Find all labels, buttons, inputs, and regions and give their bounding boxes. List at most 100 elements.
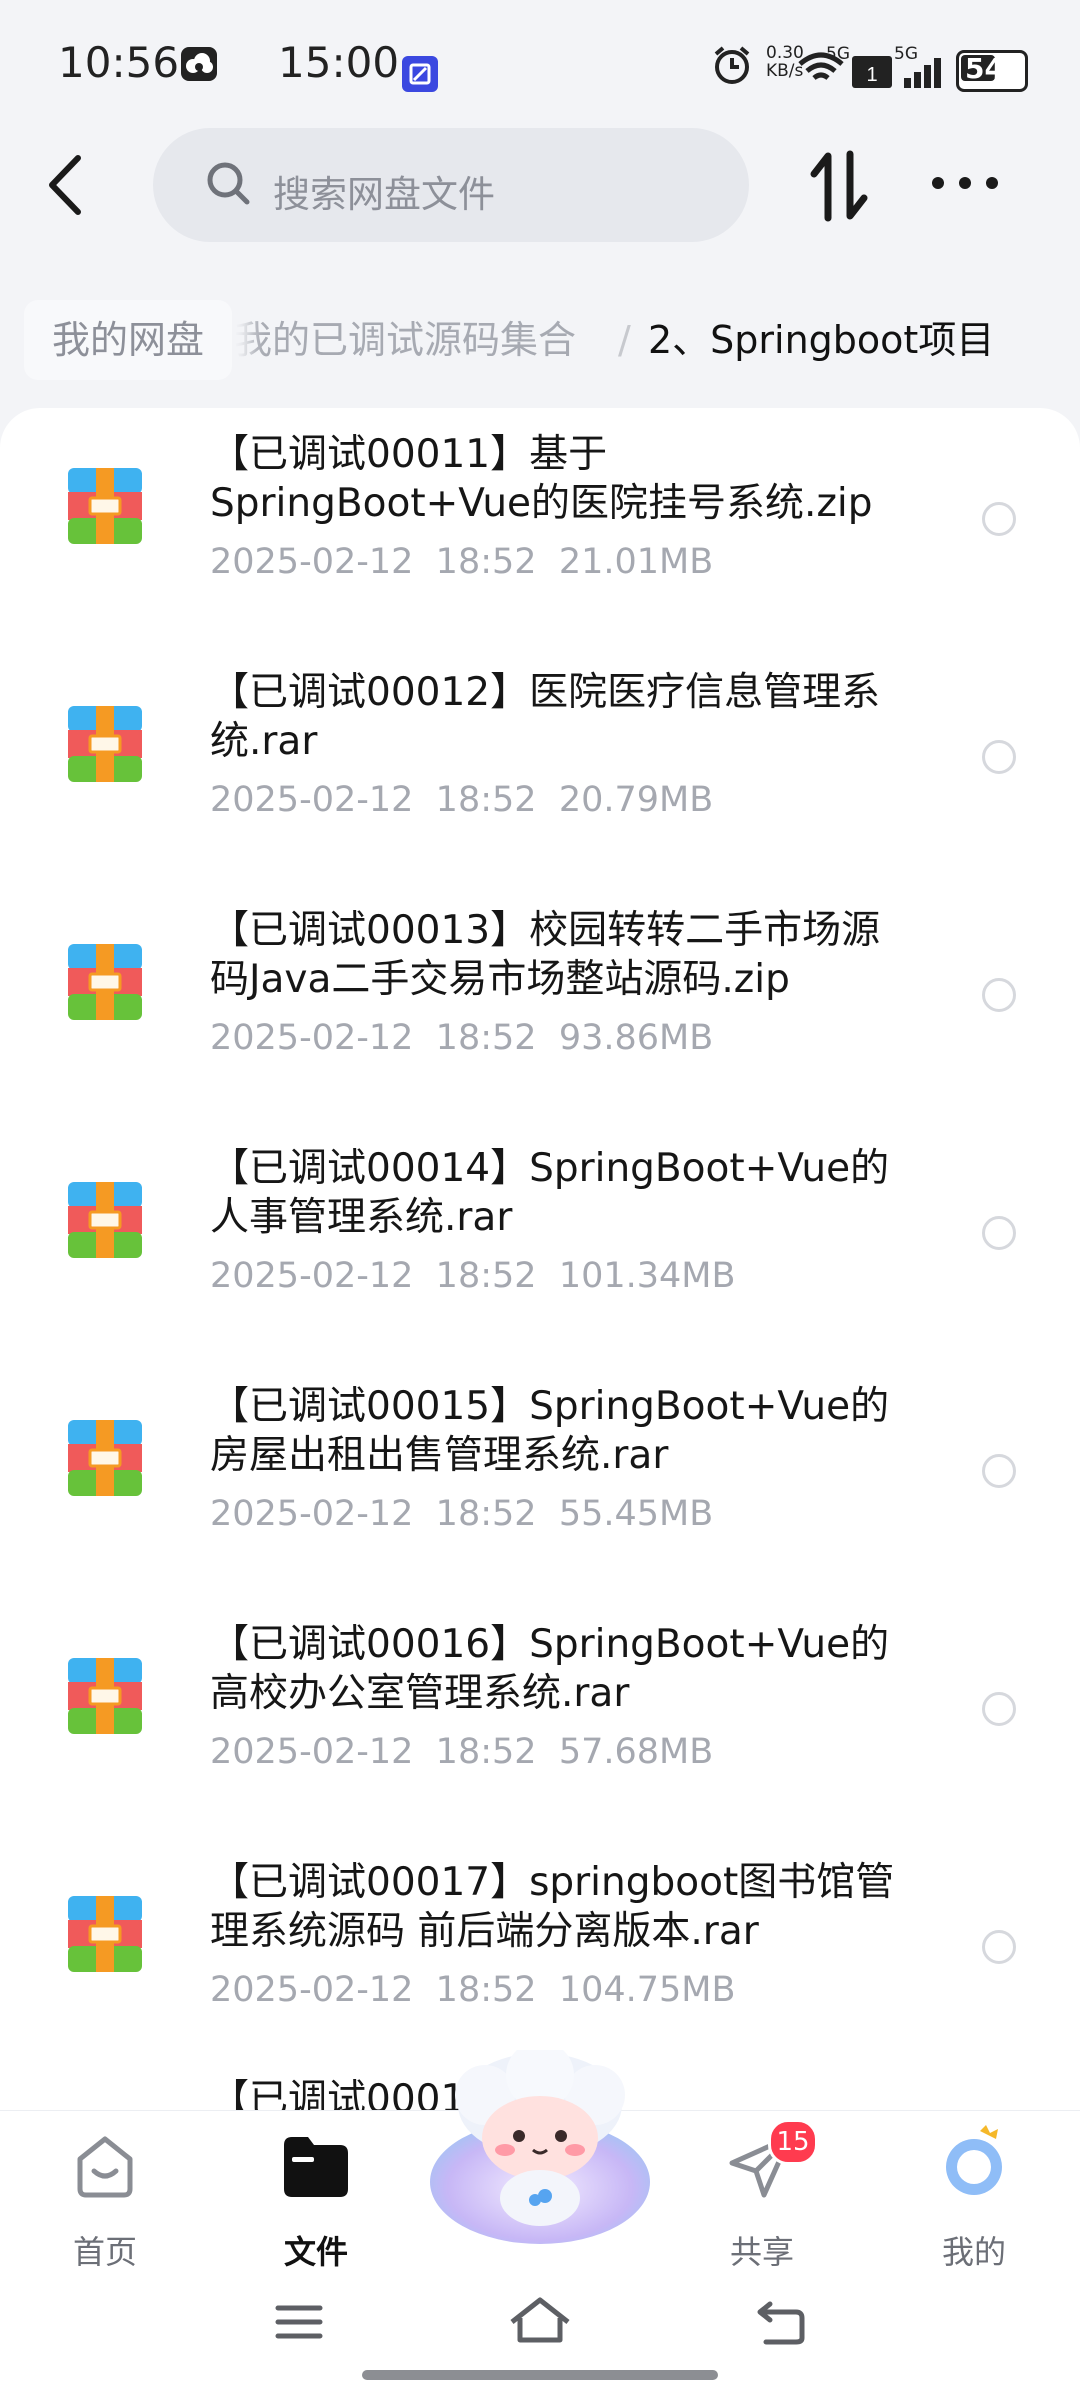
file-time: 18:52 <box>435 1732 537 1772</box>
file-name-line-1: 【已调试00011】基于 <box>210 432 608 477</box>
file-meta: 2025-02-12 18:52 20.79MB <box>210 780 713 820</box>
nav-home-label: 首页 <box>72 2233 137 2271</box>
file-date: 2025-02-12 <box>210 1256 414 1296</box>
file-size: 20.79MB <box>558 780 714 820</box>
folder-icon <box>284 2137 348 2197</box>
file-name-line-2: 人事管理系统.rar <box>210 1195 513 1240</box>
home-indicator[interactable] <box>362 2370 718 2380</box>
nav-files-label: 文件 <box>283 2233 348 2271</box>
file-name-line-1: 【已调试00016】SpringBoot+Vue的 <box>210 1622 890 1667</box>
file-name: 【已调试00012】医院医疗信息管理系 统.rar <box>210 668 940 766</box>
select-radio[interactable] <box>982 502 1016 536</box>
home-icon <box>77 2136 133 2198</box>
file-size: 55.45MB <box>558 1494 714 1534</box>
select-radio[interactable] <box>982 740 1016 774</box>
select-radio[interactable] <box>982 1692 1016 1726</box>
file-size: 101.34MB <box>558 1256 736 1296</box>
alarm-icon <box>714 46 750 84</box>
share-badge: 15 <box>768 2119 818 2165</box>
file-time: 18:52 <box>435 780 537 820</box>
file-time: 18:52 <box>435 542 537 582</box>
archive-file-icon <box>68 944 142 1020</box>
list-item[interactable]: 【已调试00015】SpringBoot+Vue的 房屋出租出售管理系统.rar 2… <box>0 1360 1080 1598</box>
file-meta: 2025-02-12 18:52 93.86MB <box>210 1018 713 1058</box>
breadcrumb-middle[interactable]: 我的已调试源码集合 <box>234 300 576 380</box>
file-name-line-2: 高校办公室管理系统.rar <box>210 1671 630 1716</box>
file-size: 57.68MB <box>558 1732 714 1772</box>
search-icon <box>207 162 250 205</box>
file-name: 【已调试00015】SpringBoot+Vue的 房屋出租出售管理系统.rar <box>210 1382 940 1480</box>
file-name: 【已调试00013】校园转转二手市场源 码Java二手交易市场整站源码.zip <box>210 906 940 1004</box>
cloud-app-icon <box>181 47 217 81</box>
signal-bars-icon <box>904 58 941 88</box>
status-bar: 10:56 15:00 0.30 KB/s 5G 1 5G 54 <box>0 0 1080 130</box>
remote-app-icon <box>402 56 438 92</box>
file-time: 18:52 <box>435 1970 537 2010</box>
file-time: 18:52 <box>435 1494 537 1534</box>
file-name-line-1: 【已调试00015】SpringBoot+Vue的 <box>210 1384 890 1429</box>
file-date: 2025-02-12 <box>210 1018 414 1058</box>
list-item[interactable]: 【已调试00013】校园转转二手市场源 码Java二手交易市场整站源码.zip 20… <box>0 884 1080 1122</box>
nav-me[interactable]: 我的 <box>894 2125 1054 2281</box>
file-name: 【已调试00011】基于 SpringBoot+Vue的医院挂号系统.zip <box>210 430 940 528</box>
file-date: 2025-02-12 <box>210 780 414 820</box>
file-date: 2025-02-12 <box>210 1970 414 2010</box>
back-icon[interactable] <box>40 150 90 220</box>
status-time: 10:56 <box>58 38 180 87</box>
nav-share[interactable]: 15 共享 <box>682 2119 842 2281</box>
breadcrumb: 我的已调试源码集合 我的网盘 / 2、Springboot项目 <box>24 300 1080 380</box>
search-placeholder: 搜索网盘文件 <box>273 173 495 216</box>
nav-home[interactable]: 首页 <box>25 2131 185 2281</box>
breadcrumb-current: 2、Springboot项目 <box>648 318 995 362</box>
svg-text:1: 1 <box>866 64 877 86</box>
system-home-icon[interactable] <box>508 2296 572 2346</box>
archive-file-icon <box>68 1658 142 1734</box>
file-name-line-1: 【已调试00014】SpringBoot+Vue的 <box>210 1146 890 1191</box>
status-time-secondary: 15:00 <box>278 38 400 87</box>
file-name-line-2: 统.rar <box>210 719 318 764</box>
signal-label-1: 5G <box>826 44 850 64</box>
file-meta: 2025-02-12 18:52 101.34MB <box>210 1256 736 1296</box>
more-icon[interactable] <box>930 168 1000 198</box>
select-radio[interactable] <box>982 1930 1016 1964</box>
file-size: 93.86MB <box>558 1018 714 1058</box>
mascot-icon[interactable] <box>425 2050 655 2250</box>
file-name-line-1: 【已调试00017】springboot图书馆管 <box>210 1860 895 1905</box>
profile-icon <box>946 2125 1002 2195</box>
signal-icon: 1 <box>852 56 892 88</box>
archive-file-icon <box>68 706 142 782</box>
list-item[interactable]: 【已调试00016】SpringBoot+Vue的 高校办公室管理系统.rar 20… <box>0 1598 1080 1836</box>
menu-icon[interactable] <box>274 2300 324 2344</box>
file-name: 【已调试00016】SpringBoot+Vue的 高校办公室管理系统.rar <box>210 1620 940 1718</box>
select-radio[interactable] <box>982 1454 1016 1488</box>
file-meta: 2025-02-12 18:52 57.68MB <box>210 1732 713 1772</box>
battery-icon: 54 <box>956 50 1028 92</box>
breadcrumb-separator: / <box>618 318 631 362</box>
file-name-line-1: 【已调试00013】校园转转二手市场源 <box>210 908 881 953</box>
file-meta: 2025-02-12 18:52 104.75MB <box>210 1970 736 2010</box>
list-item[interactable]: 【已调试00011】基于 SpringBoot+Vue的医院挂号系统.zip 202… <box>0 408 1080 646</box>
select-radio[interactable] <box>982 1216 1016 1250</box>
file-meta: 2025-02-12 18:52 55.45MB <box>210 1494 713 1534</box>
file-date: 2025-02-12 <box>210 542 414 582</box>
list-item[interactable]: 【已调试00012】医院医疗信息管理系 统.rar 2025-02-12 18:52… <box>0 646 1080 884</box>
file-name-line-2: SpringBoot+Vue的医院挂号系统.zip <box>210 481 873 526</box>
sort-icon[interactable] <box>808 150 872 222</box>
archive-file-icon <box>68 468 142 544</box>
list-item[interactable]: 【已调试00014】SpringBoot+Vue的 人事管理系统.rar 2025-… <box>0 1122 1080 1360</box>
breadcrumb-root[interactable]: 我的网盘 <box>24 300 233 380</box>
file-date: 2025-02-12 <box>210 1494 414 1534</box>
system-nav-bar <box>0 2297 1080 2400</box>
list-item[interactable]: 【已调试00017】springboot图书馆管 理系统源码 前后端分离版本.ra… <box>0 1836 1080 2074</box>
system-back-icon[interactable] <box>756 2300 806 2346</box>
select-radio[interactable] <box>982 978 1016 1012</box>
file-meta: 2025-02-12 18:52 21.01MB <box>210 542 713 582</box>
file-list: 【已调试0001 【已调试00011】基于 SpringBoot+Vue的医院挂号… <box>0 408 1080 2113</box>
file-name: 【已调试00017】springboot图书馆管 理系统源码 前后端分离版本.ra… <box>210 1858 940 1956</box>
file-name-line-2: 码Java二手交易市场整站源码.zip <box>210 957 790 1002</box>
search-input[interactable]: 搜索网盘文件 <box>153 128 749 242</box>
nav-share-label: 共享 <box>729 2233 794 2271</box>
file-date: 2025-02-12 <box>210 1732 414 1772</box>
nav-files[interactable]: 文件 <box>236 2131 396 2281</box>
file-name-line-1: 【已调试00012】医院医疗信息管理系 <box>210 670 881 715</box>
